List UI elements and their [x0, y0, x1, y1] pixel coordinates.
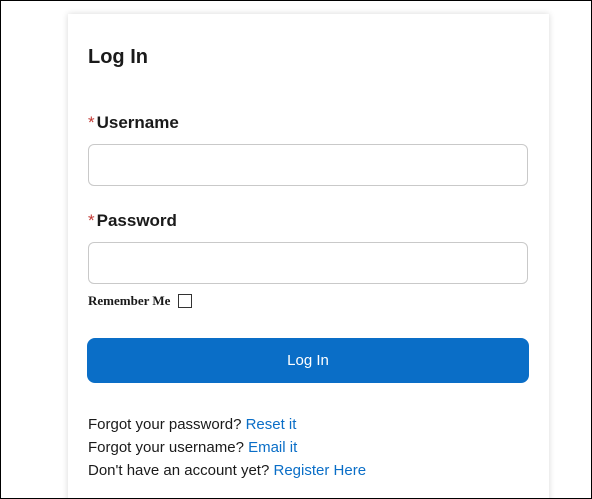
forgot-username-line: Forgot your username? Email it [88, 436, 366, 459]
remember-me: Remember Me [88, 291, 193, 311]
forgot-password-line: Forgot your password? Reset it [88, 413, 366, 436]
reset-password-link[interactable]: Reset it [246, 416, 297, 433]
username-label: * Username [88, 112, 179, 134]
username-label-text: Username [96, 113, 179, 132]
no-account-text: Don't have an account yet? [88, 462, 270, 479]
forgot-password-text: Forgot your password? [88, 416, 242, 433]
register-link[interactable]: Register Here [274, 462, 367, 479]
required-marker: * [88, 113, 95, 132]
username-input[interactable] [88, 144, 528, 186]
page-title: Log In [88, 46, 148, 68]
register-line: Don't have an account yet? Register Here [88, 459, 366, 482]
help-links: Forgot your password? Reset it Forgot yo… [88, 413, 366, 482]
password-input[interactable] [88, 242, 528, 284]
forgot-username-text: Forgot your username? [88, 439, 244, 456]
password-label: * Password [88, 210, 177, 232]
remember-me-label: Remember Me [88, 293, 171, 308]
page-frame: Log In * Username * Password Remember Me L… [0, 0, 592, 499]
required-marker: * [88, 211, 95, 230]
login-button[interactable]: Log In [87, 338, 529, 383]
login-card: Log In * Username * Password Remember Me L… [68, 14, 549, 498]
password-label-text: Password [96, 211, 177, 230]
remember-me-checkbox[interactable] [178, 294, 193, 308]
email-username-link[interactable]: Email it [248, 439, 297, 456]
